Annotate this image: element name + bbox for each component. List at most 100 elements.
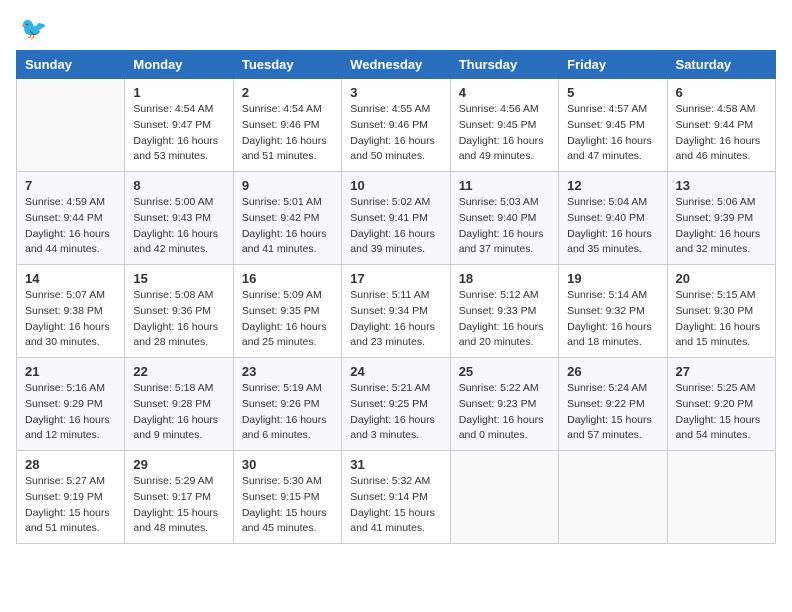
calendar-cell: 18 Sunrise: 5:12 AMSunset: 9:33 PMDayligh… bbox=[450, 265, 558, 358]
day-info: Sunrise: 5:21 AMSunset: 9:25 PMDaylight:… bbox=[350, 381, 441, 444]
calendar-cell: 4Sunrise: 4:56 AMSunset: 9:45 PMDaylight… bbox=[450, 79, 558, 172]
day-number: 23 bbox=[242, 364, 333, 379]
calendar-week-row: 28 Sunrise: 5:27 AMSunset: 9:19 PMDayligh… bbox=[17, 451, 776, 544]
day-number: 17 bbox=[350, 271, 441, 286]
day-info: Sunrise: 4:57 AMSunset: 9:45 PMDaylight:… bbox=[567, 102, 658, 165]
day-info: Sunrise: 5:18 AMSunset: 9:28 PMDaylight:… bbox=[133, 381, 224, 444]
day-number: 26 bbox=[567, 364, 658, 379]
day-number: 28 bbox=[25, 457, 116, 472]
day-info: Sunrise: 5:19 AMSunset: 9:26 PMDaylight:… bbox=[242, 381, 333, 444]
day-number: 10 bbox=[350, 178, 441, 193]
day-info: Sunrise: 5:01 AMSunset: 9:42 PMDaylight:… bbox=[242, 195, 333, 258]
calendar-cell: 6 Sunrise: 4:58 AMSunset: 9:44 PMDaylight… bbox=[667, 79, 775, 172]
day-number: 18 bbox=[459, 271, 550, 286]
logo: 🐦 bbox=[16, 16, 47, 42]
calendar-cell: 8 Sunrise: 5:00 AMSunset: 9:43 PMDaylight… bbox=[125, 172, 233, 265]
day-number: 25 bbox=[459, 364, 550, 379]
calendar-cell: 31 Sunrise: 5:32 AMSunset: 9:14 PMDayligh… bbox=[342, 451, 450, 544]
calendar-cell: 14Sunrise: 5:07 AMSunset: 9:38 PMDayligh… bbox=[17, 265, 125, 358]
day-info: Sunrise: 5:06 AMSunset: 9:39 PMDaylight:… bbox=[676, 195, 767, 258]
day-info: Sunrise: 4:54 AMSunset: 9:46 PMDaylight:… bbox=[242, 102, 333, 165]
calendar-cell: 3 Sunrise: 4:55 AMSunset: 9:46 PMDaylight… bbox=[342, 79, 450, 172]
day-number: 31 bbox=[350, 457, 441, 472]
calendar-week-row: 14Sunrise: 5:07 AMSunset: 9:38 PMDayligh… bbox=[17, 265, 776, 358]
calendar-week-row: 7 Sunrise: 4:59 AMSunset: 9:44 PMDaylight… bbox=[17, 172, 776, 265]
calendar-table: SundayMondayTuesdayWednesdayThursdayFrid… bbox=[16, 50, 776, 544]
calendar-cell: 27Sunrise: 5:25 AMSunset: 9:20 PMDayligh… bbox=[667, 358, 775, 451]
calendar-cell bbox=[559, 451, 667, 544]
day-number: 6 bbox=[676, 85, 767, 100]
calendar-cell: 17 Sunrise: 5:11 AMSunset: 9:34 PMDayligh… bbox=[342, 265, 450, 358]
weekday-header-friday: Friday bbox=[559, 51, 667, 79]
calendar-cell: 12Sunrise: 5:04 AMSunset: 9:40 PMDayligh… bbox=[559, 172, 667, 265]
day-info: Sunrise: 4:54 AMSunset: 9:47 PMDaylight:… bbox=[133, 102, 224, 165]
day-number: 19 bbox=[567, 271, 658, 286]
weekday-header-monday: Monday bbox=[125, 51, 233, 79]
calendar-cell: 19 Sunrise: 5:14 AMSunset: 9:32 PMDayligh… bbox=[559, 265, 667, 358]
calendar-cell: 15 Sunrise: 5:08 AMSunset: 9:36 PMDayligh… bbox=[125, 265, 233, 358]
day-number: 4 bbox=[459, 85, 550, 100]
calendar-cell: 10 Sunrise: 5:02 AMSunset: 9:41 PMDayligh… bbox=[342, 172, 450, 265]
day-info: Sunrise: 4:55 AMSunset: 9:46 PMDaylight:… bbox=[350, 102, 441, 165]
day-info: Sunrise: 4:58 AMSunset: 9:44 PMDaylight:… bbox=[676, 102, 767, 165]
calendar-week-row: 1 Sunrise: 4:54 AMSunset: 9:47 PMDaylight… bbox=[17, 79, 776, 172]
day-number: 22 bbox=[133, 364, 224, 379]
day-number: 9 bbox=[242, 178, 333, 193]
day-info: Sunrise: 5:07 AMSunset: 9:38 PMDaylight:… bbox=[25, 288, 116, 351]
day-info: Sunrise: 4:59 AMSunset: 9:44 PMDaylight:… bbox=[25, 195, 116, 258]
day-info: Sunrise: 5:27 AMSunset: 9:19 PMDaylight:… bbox=[25, 474, 116, 537]
calendar-cell: 25 Sunrise: 5:22 AMSunset: 9:23 PMDayligh… bbox=[450, 358, 558, 451]
calendar-cell: 5 Sunrise: 4:57 AMSunset: 9:45 PMDaylight… bbox=[559, 79, 667, 172]
day-info: Sunrise: 5:12 AMSunset: 9:33 PMDaylight:… bbox=[459, 288, 550, 351]
calendar-cell: 20Sunrise: 5:15 AMSunset: 9:30 PMDayligh… bbox=[667, 265, 775, 358]
day-number: 20 bbox=[676, 271, 767, 286]
day-info: Sunrise: 5:24 AMSunset: 9:22 PMDaylight:… bbox=[567, 381, 658, 444]
day-number: 27 bbox=[676, 364, 767, 379]
calendar-cell bbox=[450, 451, 558, 544]
day-number: 16 bbox=[242, 271, 333, 286]
day-info: Sunrise: 5:08 AMSunset: 9:36 PMDaylight:… bbox=[133, 288, 224, 351]
calendar-cell: 2 Sunrise: 4:54 AMSunset: 9:46 PMDaylight… bbox=[233, 79, 341, 172]
weekday-header-thursday: Thursday bbox=[450, 51, 558, 79]
day-info: Sunrise: 5:29 AMSunset: 9:17 PMDaylight:… bbox=[133, 474, 224, 537]
day-info: Sunrise: 5:11 AMSunset: 9:34 PMDaylight:… bbox=[350, 288, 441, 351]
day-number: 30 bbox=[242, 457, 333, 472]
calendar-cell bbox=[17, 79, 125, 172]
calendar-cell: 11 Sunrise: 5:03 AMSunset: 9:40 PMDayligh… bbox=[450, 172, 558, 265]
weekday-header-saturday: Saturday bbox=[667, 51, 775, 79]
calendar-cell: 7 Sunrise: 4:59 AMSunset: 9:44 PMDaylight… bbox=[17, 172, 125, 265]
day-info: Sunrise: 5:16 AMSunset: 9:29 PMDaylight:… bbox=[25, 381, 116, 444]
day-number: 2 bbox=[242, 85, 333, 100]
day-info: Sunrise: 5:14 AMSunset: 9:32 PMDaylight:… bbox=[567, 288, 658, 351]
day-info: Sunrise: 5:30 AMSunset: 9:15 PMDaylight:… bbox=[242, 474, 333, 537]
day-number: 21 bbox=[25, 364, 116, 379]
calendar-cell: 16 Sunrise: 5:09 AMSunset: 9:35 PMDayligh… bbox=[233, 265, 341, 358]
day-info: Sunrise: 5:09 AMSunset: 9:35 PMDaylight:… bbox=[242, 288, 333, 351]
day-number: 8 bbox=[133, 178, 224, 193]
day-number: 7 bbox=[25, 178, 116, 193]
day-number: 15 bbox=[133, 271, 224, 286]
weekday-header-wednesday: Wednesday bbox=[342, 51, 450, 79]
calendar-cell: 1 Sunrise: 4:54 AMSunset: 9:47 PMDaylight… bbox=[125, 79, 233, 172]
calendar-cell: 9 Sunrise: 5:01 AMSunset: 9:42 PMDaylight… bbox=[233, 172, 341, 265]
day-number: 5 bbox=[567, 85, 658, 100]
calendar-cell bbox=[667, 451, 775, 544]
calendar-cell: 21 Sunrise: 5:16 AMSunset: 9:29 PMDayligh… bbox=[17, 358, 125, 451]
day-info: Sunrise: 5:02 AMSunset: 9:41 PMDaylight:… bbox=[350, 195, 441, 258]
calendar-week-row: 21 Sunrise: 5:16 AMSunset: 9:29 PMDayligh… bbox=[17, 358, 776, 451]
day-number: 1 bbox=[133, 85, 224, 100]
day-info: Sunrise: 5:22 AMSunset: 9:23 PMDaylight:… bbox=[459, 381, 550, 444]
day-number: 29 bbox=[133, 457, 224, 472]
day-info: Sunrise: 5:32 AMSunset: 9:14 PMDaylight:… bbox=[350, 474, 441, 537]
day-info: Sunrise: 5:00 AMSunset: 9:43 PMDaylight:… bbox=[133, 195, 224, 258]
page-header: 🐦 bbox=[16, 16, 776, 42]
day-info: Sunrise: 5:04 AMSunset: 9:40 PMDaylight:… bbox=[567, 195, 658, 258]
calendar-cell: 28 Sunrise: 5:27 AMSunset: 9:19 PMDayligh… bbox=[17, 451, 125, 544]
day-number: 11 bbox=[459, 178, 550, 193]
calendar-cell: 13Sunrise: 5:06 AMSunset: 9:39 PMDayligh… bbox=[667, 172, 775, 265]
day-number: 3 bbox=[350, 85, 441, 100]
calendar-cell: 22 Sunrise: 5:18 AMSunset: 9:28 PMDayligh… bbox=[125, 358, 233, 451]
day-info: Sunrise: 5:03 AMSunset: 9:40 PMDaylight:… bbox=[459, 195, 550, 258]
weekday-header-tuesday: Tuesday bbox=[233, 51, 341, 79]
calendar-cell: 29 Sunrise: 5:29 AMSunset: 9:17 PMDayligh… bbox=[125, 451, 233, 544]
